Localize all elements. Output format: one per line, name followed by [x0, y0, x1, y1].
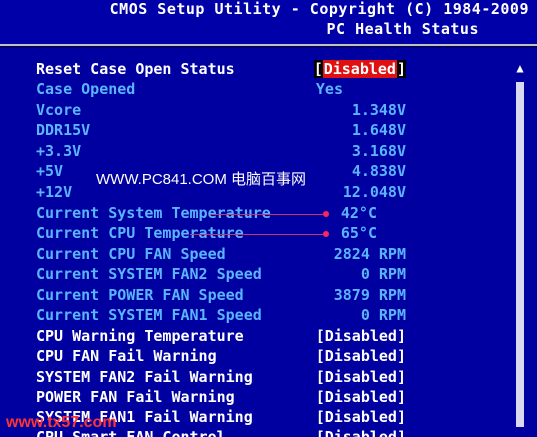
- setting-label: Reset Case Open Status: [36, 60, 235, 78]
- setting-value: 3879 RPM: [333, 286, 406, 304]
- row-vcore: Vcore 1.348V: [36, 101, 411, 121]
- watermark-footer: www.tx57.com: [6, 414, 117, 431]
- setting-value[interactable]: [Disabled]: [316, 368, 406, 386]
- triangle-up-icon[interactable]: ▲: [513, 60, 527, 76]
- setting-label: CPU FAN Fail Warning: [36, 347, 217, 365]
- bracket-open: [: [313, 60, 323, 78]
- row-ddr15v: DDR15V 1.648V: [36, 121, 411, 141]
- setting-label: Current System Temperature: [36, 204, 271, 222]
- row-system-fan2-fail-warning[interactable]: SYSTEM FAN2 Fail Warning [Disabled]: [36, 368, 411, 388]
- setting-label: Current CPU FAN Speed: [36, 245, 226, 263]
- setting-value: 3.168V: [351, 142, 406, 160]
- row-3-3v: +3.3V 3.168V: [36, 142, 411, 162]
- setting-value: 2824 RPM: [333, 245, 406, 263]
- setting-value: 4.838V: [351, 162, 406, 180]
- setting-label: Case Opened: [36, 80, 136, 98]
- scrollbar[interactable]: ▲: [513, 60, 527, 437]
- annotation-line: [190, 234, 328, 235]
- setting-value-selected[interactable]: [Disabled]: [313, 60, 406, 78]
- bios-header: CMOS Setup Utility - Copyright (C) 1984-…: [0, 0, 537, 46]
- setting-label: +3.3V: [36, 142, 82, 160]
- setting-value[interactable]: [Disabled]: [316, 347, 406, 365]
- annotation-line: [210, 214, 328, 215]
- setting-value: 42°C: [340, 204, 377, 222]
- setting-label: DDR15V: [36, 121, 91, 139]
- row-current-system-fan2-speed: Current SYSTEM FAN2 Speed 0 RPM: [36, 265, 411, 285]
- setting-label: +5V: [36, 162, 64, 180]
- annotation-dot: [323, 231, 329, 237]
- row-reset-case-open-status[interactable]: Reset Case Open Status [Disabled]: [36, 60, 411, 80]
- setting-label: Current SYSTEM FAN1 Speed: [36, 306, 262, 324]
- annotation-dot: [323, 211, 329, 217]
- setting-value: 0 RPM: [360, 306, 406, 324]
- setting-value[interactable]: [Disabled]: [316, 388, 406, 406]
- row-cpu-warning-temperature[interactable]: CPU Warning Temperature [Disabled]: [36, 327, 411, 347]
- bracket-close: ]: [396, 60, 406, 78]
- setting-label: Current POWER FAN Speed: [36, 286, 244, 304]
- setting-value: 0 RPM: [360, 265, 406, 283]
- setting-label: +12V: [36, 183, 73, 201]
- setting-label: Vcore: [36, 101, 82, 119]
- header-subtitle: PC Health Status: [326, 20, 479, 38]
- setting-value: 1.348V: [351, 101, 406, 119]
- setting-label: Current SYSTEM FAN2 Speed: [36, 265, 262, 283]
- header-title: CMOS Setup Utility - Copyright (C) 1984-…: [109, 0, 529, 18]
- row-cpu-fan-fail-warning[interactable]: CPU FAN Fail Warning [Disabled]: [36, 347, 411, 367]
- setting-value[interactable]: [Disabled]: [316, 428, 406, 437]
- scroll-track[interactable]: [516, 82, 524, 427]
- setting-value: Yes: [315, 80, 343, 98]
- row-current-system-fan1-speed: Current SYSTEM FAN1 Speed 0 RPM: [36, 306, 411, 326]
- row-power-fan-fail-warning[interactable]: POWER FAN Fail Warning [Disabled]: [36, 388, 411, 408]
- setting-label: CPU Warning Temperature: [36, 327, 244, 345]
- setting-value[interactable]: [Disabled]: [316, 408, 406, 426]
- setting-label: Current CPU Temperature: [36, 224, 244, 242]
- setting-label: POWER FAN Fail Warning: [36, 388, 235, 406]
- setting-value: 1.648V: [351, 121, 406, 139]
- row-current-cpu-fan-speed: Current CPU FAN Speed 2824 RPM: [36, 245, 411, 265]
- setting-value: 65°C: [340, 224, 377, 242]
- setting-value: 12.048V: [342, 183, 406, 201]
- selected-option[interactable]: Disabled: [322, 60, 397, 78]
- watermark-text: WWW.PC841.COM 电脑百事网: [96, 171, 307, 188]
- setting-label: SYSTEM FAN2 Fail Warning: [36, 368, 253, 386]
- setting-value[interactable]: [Disabled]: [316, 327, 406, 345]
- row-current-power-fan-speed: Current POWER FAN Speed 3879 RPM: [36, 286, 411, 306]
- row-case-opened: Case Opened Yes: [36, 80, 411, 100]
- bios-screen: CMOS Setup Utility - Copyright (C) 1984-…: [0, 0, 537, 437]
